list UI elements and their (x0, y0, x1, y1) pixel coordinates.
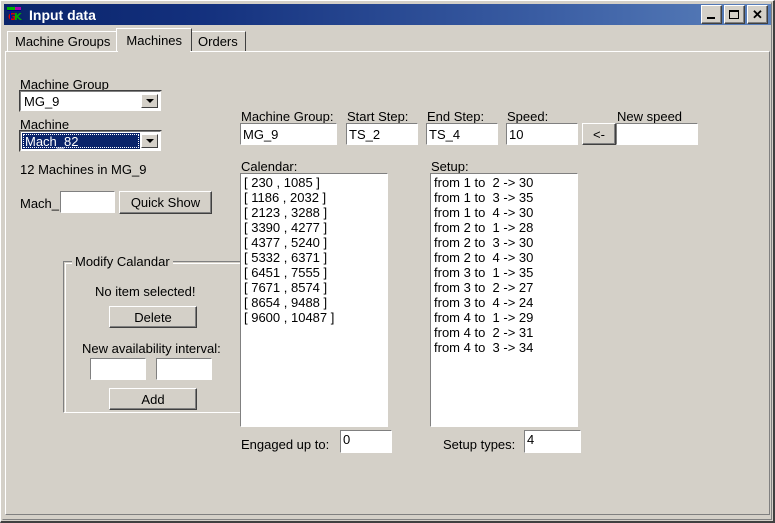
maximize-button[interactable] (724, 5, 745, 24)
chevron-down-icon[interactable] (141, 94, 158, 108)
end-step-label: End Step: (427, 109, 485, 124)
calendar-list-item[interactable]: [ 1186 , 2032 ] (244, 190, 387, 205)
setup-list-item[interactable]: from 1 to 2 -> 30 (434, 175, 577, 190)
machine-combo[interactable]: Mach_82 (19, 130, 162, 152)
interval-start-input[interactable] (90, 358, 146, 380)
speed-label: Speed: (507, 109, 549, 124)
tab-orders[interactable]: Orders (190, 31, 246, 51)
close-button[interactable]: ✕ (747, 5, 768, 24)
setup-list-item[interactable]: from 4 to 2 -> 31 (434, 325, 577, 340)
machine-group-combo[interactable]: MG_9 (19, 90, 162, 112)
delete-button[interactable]: Delete (109, 306, 197, 328)
calendar-list-item[interactable]: [ 6451 , 7555 ] (244, 265, 387, 280)
machine-count-text: 12 Machines in MG_9 (20, 162, 147, 177)
setup-list-item[interactable]: from 3 to 2 -> 27 (434, 280, 577, 295)
calendar-list-item[interactable]: [ 9600 , 10487 ] (244, 310, 387, 325)
calendar-list-item[interactable]: [ 7671 , 8574 ] (244, 280, 387, 295)
input-data-window: G K Input data ✕ Machine Groups Machines (0, 0, 775, 523)
setup-list-item[interactable]: from 1 to 4 -> 30 (434, 205, 577, 220)
calendar-list-item[interactable]: [ 8654 , 9488 ] (244, 295, 387, 310)
add-label: Add (141, 391, 165, 407)
machine-combo-value: Mach_82 (22, 133, 140, 149)
window-title: Input data (29, 6, 96, 23)
setup-list-label: Setup: (431, 159, 469, 174)
engaged-up-to-label: Engaged up to: (241, 437, 330, 452)
calendar-list-item[interactable]: [ 230 , 1085 ] (244, 175, 387, 190)
calendar-list-item[interactable]: [ 4377 , 5240 ] (244, 235, 387, 250)
machine-group-combo-value: MG_9 (24, 93, 60, 109)
app-icon: G K (6, 6, 23, 23)
calendar-list-item[interactable]: [ 2123 , 3288 ] (244, 205, 387, 220)
machines-tab-panel: Machine Group MG_9 Machine Mach_82 12 Ma… (5, 51, 770, 515)
new-speed-label: New speed (617, 109, 683, 124)
calendar-list-item[interactable]: [ 3390 , 4277 ] (244, 220, 387, 235)
setup-list-item[interactable]: from 1 to 3 -> 35 (434, 190, 577, 205)
tab-strip: Machine Groups Machines Orders (7, 28, 246, 52)
new-speed-input[interactable] (616, 123, 698, 145)
tab-label: Machines (126, 32, 183, 48)
setup-listbox[interactable]: from 1 to 2 -> 30 from 1 to 3 -> 35 from 1… (430, 173, 578, 427)
apply-new-speed-button[interactable]: <- (582, 123, 616, 145)
quick-show-label: Quick Show (130, 195, 201, 210)
maximize-icon (729, 10, 739, 19)
left-arrow-icon: <- (593, 126, 605, 142)
svg-text:K: K (14, 12, 23, 23)
add-button[interactable]: Add (109, 388, 197, 410)
setup-list-item[interactable]: from 4 to 3 -> 34 (434, 340, 577, 355)
quick-show-button[interactable]: Quick Show (119, 191, 212, 214)
tab-label: Machine Groups (15, 34, 111, 49)
setup-list-item[interactable]: from 3 to 1 -> 35 (434, 265, 577, 280)
detail-machine-group-input[interactable]: MG_9 (240, 123, 337, 145)
minimize-button[interactable] (701, 5, 722, 24)
speed-input[interactable]: 10 (506, 123, 578, 145)
setup-list-item[interactable]: from 2 to 3 -> 30 (434, 235, 577, 250)
setup-list-item[interactable]: from 3 to 4 -> 24 (434, 295, 577, 310)
start-step-input[interactable]: TS_2 (346, 123, 418, 145)
setup-types-label: Setup types: (443, 437, 516, 452)
mach-prefix-label: Mach_ (20, 196, 60, 211)
modify-calendar-groupbox: Modify Calandar No item selected! Delete… (63, 254, 241, 413)
detail-machine-group-label: Machine Group: (241, 109, 334, 124)
engaged-up-to-input[interactable]: 0 (340, 430, 392, 453)
tab-machine-groups[interactable]: Machine Groups (7, 31, 119, 51)
minimize-icon (707, 17, 715, 19)
window-controls: ✕ (701, 5, 768, 24)
interval-end-input[interactable] (156, 358, 212, 380)
tab-label: Orders (198, 34, 238, 49)
title-bar: G K Input data ✕ (4, 4, 771, 25)
delete-label: Delete (134, 309, 172, 325)
chevron-down-icon[interactable] (141, 134, 158, 148)
setup-list-item[interactable]: from 2 to 4 -> 30 (434, 250, 577, 265)
calendar-listbox[interactable]: [ 230 , 1085 ][ 1186 , 2032 ][ 2123 , 32… (240, 173, 388, 427)
modify-calendar-title: Modify Calandar (72, 254, 173, 269)
calendar-selection-status: No item selected! (95, 284, 196, 299)
calendar-list-item[interactable]: [ 5332 , 6371 ] (244, 250, 387, 265)
setup-list-item[interactable]: from 4 to 1 -> 29 (434, 310, 577, 325)
setup-list-item[interactable]: from 2 to 1 -> 28 (434, 220, 577, 235)
new-interval-label: New availability interval: (82, 341, 221, 356)
end-step-input[interactable]: TS_4 (426, 123, 498, 145)
setup-types-input[interactable]: 4 (524, 430, 581, 453)
close-icon: ✕ (752, 7, 763, 22)
mach-number-input[interactable] (60, 191, 115, 213)
tab-machines[interactable]: Machines (116, 28, 193, 52)
start-step-label: Start Step: (347, 109, 409, 124)
calendar-list-label: Calendar: (241, 159, 298, 174)
